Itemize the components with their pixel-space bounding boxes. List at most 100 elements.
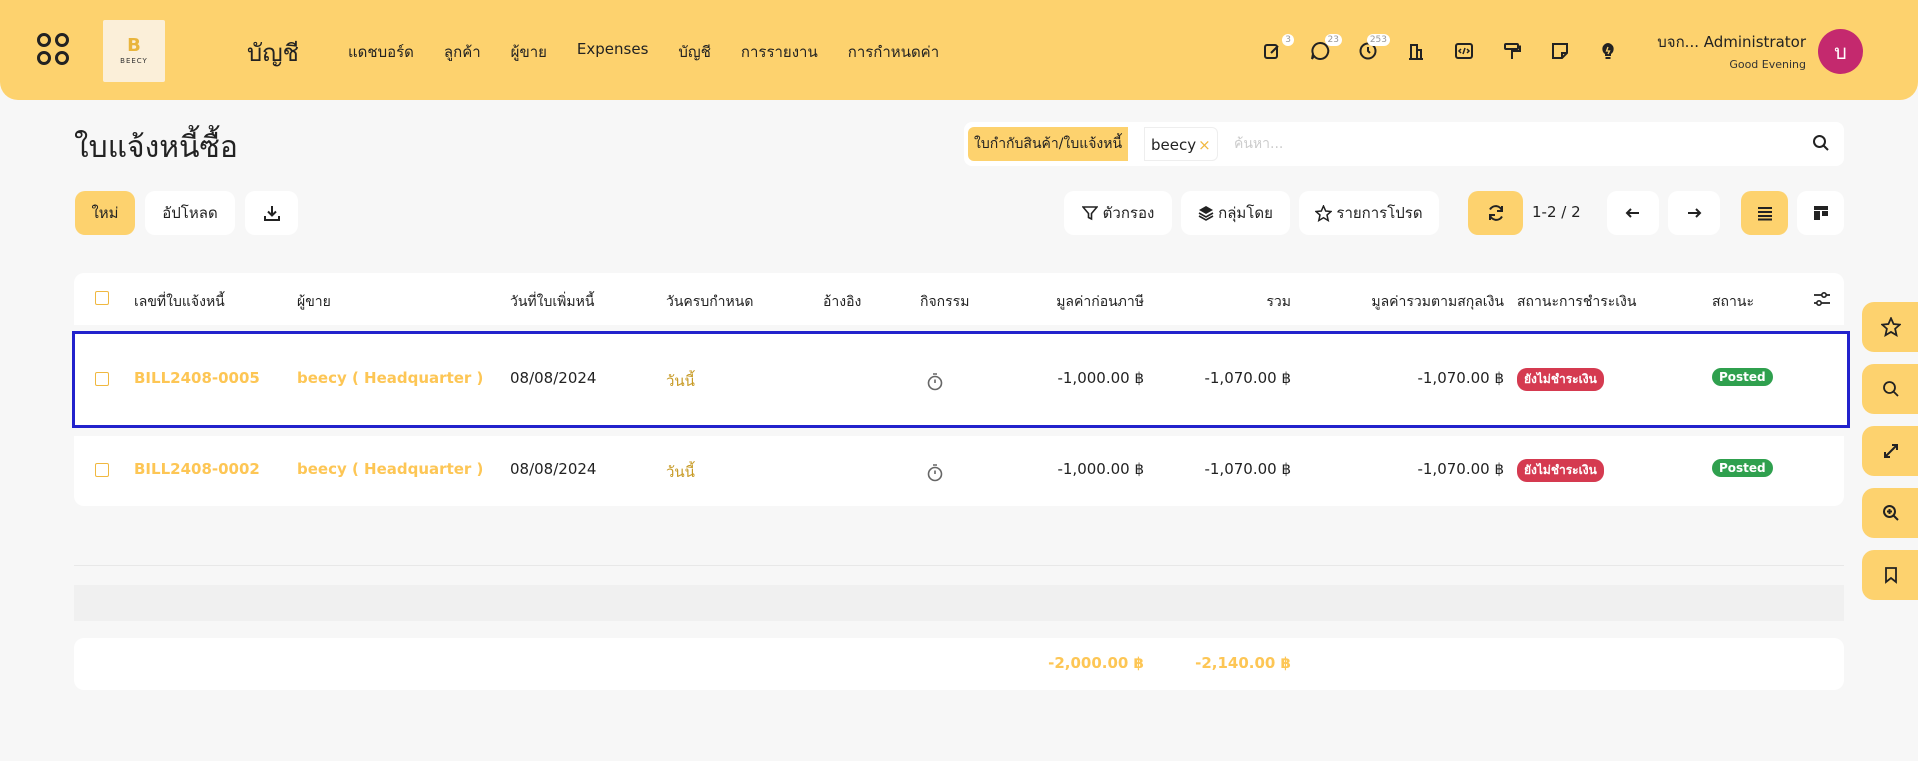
pager-value[interactable]: 1-2 / 2 [1532,203,1581,221]
col-status[interactable]: สถานะ [1712,291,1754,313]
status-badge: Posted [1712,459,1773,477]
stopwatch-icon[interactable] [926,372,944,391]
menu-reporting[interactable]: การรายงาน [741,40,818,64]
search-facet-label: ใบกำกับสินค้า/ใบแจ้งหนี้ [968,127,1129,161]
filter-button[interactable]: ตัวกรอง [1064,191,1172,235]
col-reference[interactable]: อ้างอิง [823,291,861,313]
user-menu[interactable]: บจก... Administrator Good Evening [1640,30,1806,71]
list-view-icon [1757,207,1772,221]
footer-total: -2,140.00 ฿ [1195,654,1291,672]
table-footer: -2,000.00 ฿ -2,140.00 ฿ [74,638,1844,690]
table-row[interactable]: BILL2408-0005 beecy ( Headquarter ) 08/0… [72,331,1850,428]
apps-icon[interactable] [37,33,73,69]
next-page-button[interactable] [1668,191,1720,235]
user-name: บจก... Administrator [1657,33,1806,51]
col-activity[interactable]: กิจกรรม [920,291,969,313]
clock-badge: 253 [1366,34,1390,46]
top-navbar: B BEECY บัญชี แดชบอร์ด ลูกค้า ผู้ขาย Exp… [0,0,1918,100]
vendor-name[interactable]: beecy ( Headquarter ) [297,460,483,478]
total-currency-amount: -1,070.00 ฿ [1417,460,1504,478]
filter-icon [1081,206,1098,221]
search-icon [1883,381,1899,397]
systray: 3 23 253 [1258,34,1642,64]
avatar[interactable]: บ [1818,29,1863,74]
due-date: วันนี้ [666,372,695,390]
group-by-label: กลุ่มโดย [1218,204,1273,222]
app-title[interactable]: บัญชี [247,33,299,72]
col-vendor[interactable]: ผู้ขาย [297,291,331,313]
search-icon[interactable] [1812,134,1830,152]
page-title: ใบแจ้งหนี้ซื้อ [74,130,238,165]
status-badge: Posted [1712,368,1773,386]
favorites-label: รายการโปรด [1336,204,1423,222]
bookmark-icon [1885,567,1897,584]
upload-button[interactable]: อัปโหลด [145,191,235,235]
list-view-button[interactable] [1741,191,1788,235]
sliders-icon[interactable] [1813,291,1831,307]
divider [74,565,1844,566]
menu-vendors[interactable]: ผู้ขาย [511,40,547,64]
lightbulb-icon[interactable] [1594,38,1622,64]
col-total-currency[interactable]: มูลค่ารวมตามสกุลเงิน [1324,291,1504,313]
footer-untaxed-total: -2,000.00 ฿ [1048,654,1144,672]
float-expand-button[interactable] [1862,426,1918,476]
table-row[interactable]: BILL2408-0002 beecy ( Headquarter ) 08/0… [74,436,1844,506]
star-icon [1315,204,1333,222]
float-zoom-button[interactable] [1862,488,1918,538]
menu-accounting[interactable]: บัญชี [678,40,710,64]
paint-roller-icon[interactable] [1498,38,1526,64]
col-total[interactable]: รวม [1191,291,1291,313]
stopwatch-icon[interactable] [926,463,944,482]
activity-badge: 3 [1282,34,1294,46]
col-bill-date[interactable]: วันที่ใบเพิ่มหนี้ [510,291,594,313]
download-button[interactable] [245,191,298,235]
building-icon[interactable] [1402,38,1430,64]
empty-band [74,585,1844,621]
bill-number[interactable]: BILL2408-0002 [134,460,260,478]
col-number[interactable]: เลขที่ใบแจ้งหนี้ [134,291,225,313]
search-bar: ใบกำกับสินค้า/ใบแจ้งหนี้ beecy × [964,122,1844,166]
total-amount: -1,070.00 ฿ [1204,460,1291,478]
float-star-button[interactable] [1862,302,1918,352]
untaxed-amount: -1,000.00 ฿ [1057,460,1144,478]
edit-note-icon[interactable]: 3 [1258,34,1294,64]
payment-status-badge: ยังไม่ชำระเงิน [1517,459,1604,482]
arrow-right-icon [1688,208,1702,218]
col-due-date[interactable]: วันครบกำหนด [666,291,753,313]
menu-expenses[interactable]: Expenses [577,40,648,64]
company-logo[interactable]: B BEECY [103,20,165,82]
search-input[interactable] [1234,130,1734,158]
sticky-note-icon[interactable] [1546,38,1574,64]
chat-bubble-icon[interactable]: 23 [1306,34,1342,64]
menu-dashboard[interactable]: แดชบอร์ด [348,40,414,64]
col-untaxed[interactable]: มูลค่าก่อนภาษี [1044,291,1144,313]
vendor-name[interactable]: beecy ( Headquarter ) [297,369,483,387]
refresh-button[interactable] [1468,191,1523,235]
menu-customers[interactable]: ลูกค้า [444,40,481,64]
favorites-button[interactable]: รายการโปรด [1299,191,1439,235]
float-bookmark-button[interactable] [1862,550,1918,600]
filter-label: ตัวกรอง [1102,204,1155,222]
remove-facet-icon[interactable]: × [1198,136,1211,154]
main-menu: แดชบอร์ด ลูกค้า ผู้ขาย Expenses บัญชี กา… [348,40,969,64]
refresh-icon [1488,205,1503,221]
new-button[interactable]: ใหม่ [75,191,135,235]
clock-icon[interactable]: 253 [1354,34,1390,64]
table-header: เลขที่ใบแจ้งหนี้ ผู้ขาย วันที่ใบเพิ่มหนี… [74,273,1844,325]
menu-configuration[interactable]: การกำหนดค่า [848,40,939,64]
messages-badge: 23 [1324,34,1342,46]
code-icon[interactable] [1450,38,1478,64]
layers-icon [1198,206,1214,221]
float-search-button[interactable] [1862,364,1918,414]
col-payment-status[interactable]: สถานะการชำระเงิน [1517,291,1636,313]
row-checkbox[interactable] [95,463,109,477]
kanban-view-button[interactable] [1797,191,1844,235]
select-all-checkbox[interactable] [95,291,109,305]
arrow-left-icon [1625,208,1639,218]
row-checkbox[interactable] [95,372,109,386]
download-icon [263,206,280,221]
search-facet-value: beecy [1151,136,1197,154]
group-by-button[interactable]: กลุ่มโดย [1181,191,1290,235]
bill-number[interactable]: BILL2408-0005 [134,369,260,387]
previous-page-button[interactable] [1607,191,1659,235]
